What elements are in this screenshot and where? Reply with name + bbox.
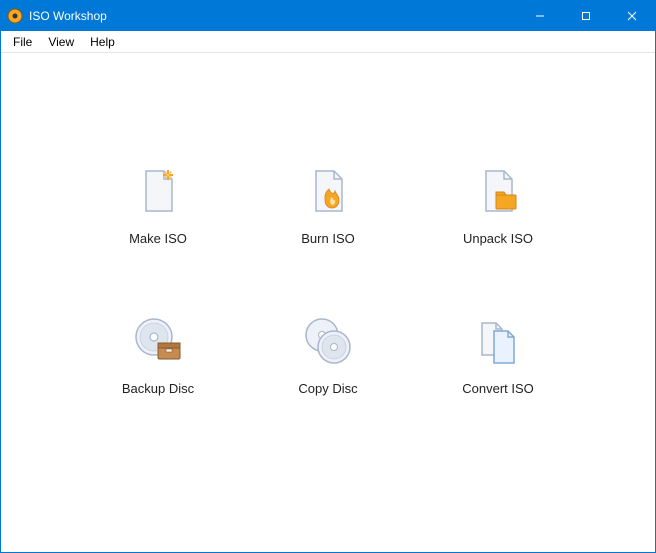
app-window: ISO Workshop File View Help (0, 0, 656, 553)
backup-disc-icon (128, 311, 188, 371)
titlebar[interactable]: ISO Workshop (1, 1, 655, 31)
unpack-iso-button[interactable]: Unpack ISO (423, 153, 573, 303)
window-title: ISO Workshop (29, 9, 107, 23)
make-iso-label: Make ISO (129, 231, 187, 246)
unpack-iso-icon (468, 161, 528, 221)
copy-disc-label: Copy Disc (298, 381, 357, 396)
burn-iso-button[interactable]: Burn ISO (253, 153, 403, 303)
minimize-button[interactable] (517, 1, 563, 31)
menu-help[interactable]: Help (82, 33, 123, 51)
unpack-iso-label: Unpack ISO (463, 231, 533, 246)
menu-file[interactable]: File (5, 33, 40, 51)
window-controls (517, 1, 655, 31)
burn-iso-label: Burn ISO (301, 231, 354, 246)
maximize-button[interactable] (563, 1, 609, 31)
content-area: Make ISO Burn ISO (1, 53, 655, 552)
convert-iso-icon (468, 311, 528, 371)
app-icon (7, 8, 23, 24)
close-button[interactable] (609, 1, 655, 31)
copy-disc-icon (298, 311, 358, 371)
burn-iso-icon (298, 161, 358, 221)
menu-view[interactable]: View (40, 33, 82, 51)
copy-disc-button[interactable]: Copy Disc (253, 303, 403, 453)
convert-iso-label: Convert ISO (462, 381, 534, 396)
convert-iso-button[interactable]: Convert ISO (423, 303, 573, 453)
menubar: File View Help (1, 31, 655, 53)
make-iso-icon (128, 161, 188, 221)
action-grid: Make ISO Burn ISO (1, 153, 655, 453)
make-iso-button[interactable]: Make ISO (83, 153, 233, 303)
backup-disc-button[interactable]: Backup Disc (83, 303, 233, 453)
backup-disc-label: Backup Disc (122, 381, 194, 396)
